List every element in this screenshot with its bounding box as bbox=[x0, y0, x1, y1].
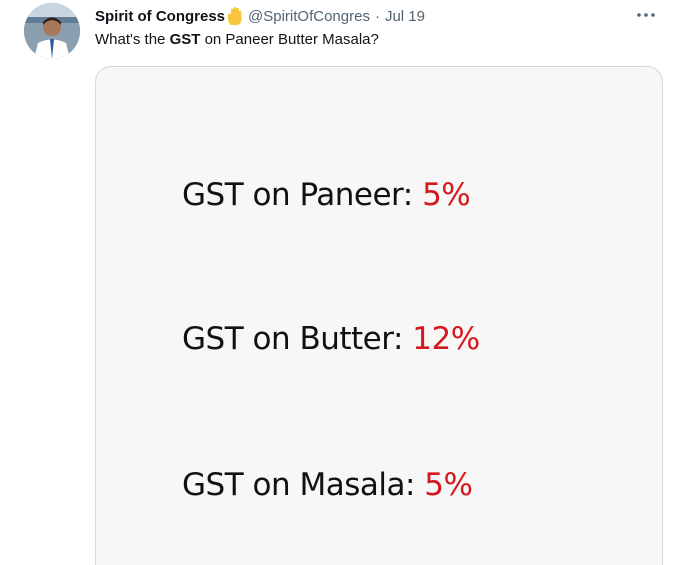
tweet-header: Spirit of Congress @SpiritOfCongres · Ju… bbox=[95, 5, 425, 27]
gst-rate: 12% bbox=[412, 321, 480, 357]
gst-line-paneer: GST on Paneer: 5% bbox=[182, 177, 471, 213]
tweet-image[interactable]: GST on Paneer: 5% GST on Butter: 12% GST… bbox=[95, 66, 663, 565]
tweet-text-part: What's the bbox=[95, 31, 170, 48]
gst-rate: 5% bbox=[422, 177, 471, 213]
raised-hand-icon bbox=[226, 6, 244, 26]
more-options-button[interactable] bbox=[634, 6, 658, 24]
more-options-icon bbox=[637, 13, 655, 17]
separator-dot: · bbox=[374, 7, 380, 25]
gst-line-butter: GST on Butter: 12% bbox=[182, 321, 480, 357]
gst-line-masala: GST on Masala: 5% bbox=[182, 467, 473, 503]
tweet-text-part: on Paneer Butter Masala? bbox=[200, 31, 379, 48]
gst-label: GST on Paneer: bbox=[182, 177, 413, 213]
tweet-date[interactable]: Jul 19 bbox=[385, 8, 425, 25]
avatar-image bbox=[24, 3, 80, 59]
display-name[interactable]: Spirit of Congress bbox=[95, 8, 225, 25]
user-handle[interactable]: @SpiritOfCongres bbox=[248, 8, 370, 25]
tweet: Spirit of Congress @SpiritOfCongres · Ju… bbox=[0, 0, 680, 565]
avatar[interactable] bbox=[24, 3, 80, 59]
tweet-text-bold: GST bbox=[169, 31, 201, 48]
gst-label: GST on Butter: bbox=[182, 321, 403, 357]
tweet-text: What's the GST on Paneer Butter Masala? bbox=[95, 31, 379, 48]
gst-label: GST on Masala: bbox=[182, 467, 415, 503]
gst-rate: 5% bbox=[424, 467, 473, 503]
